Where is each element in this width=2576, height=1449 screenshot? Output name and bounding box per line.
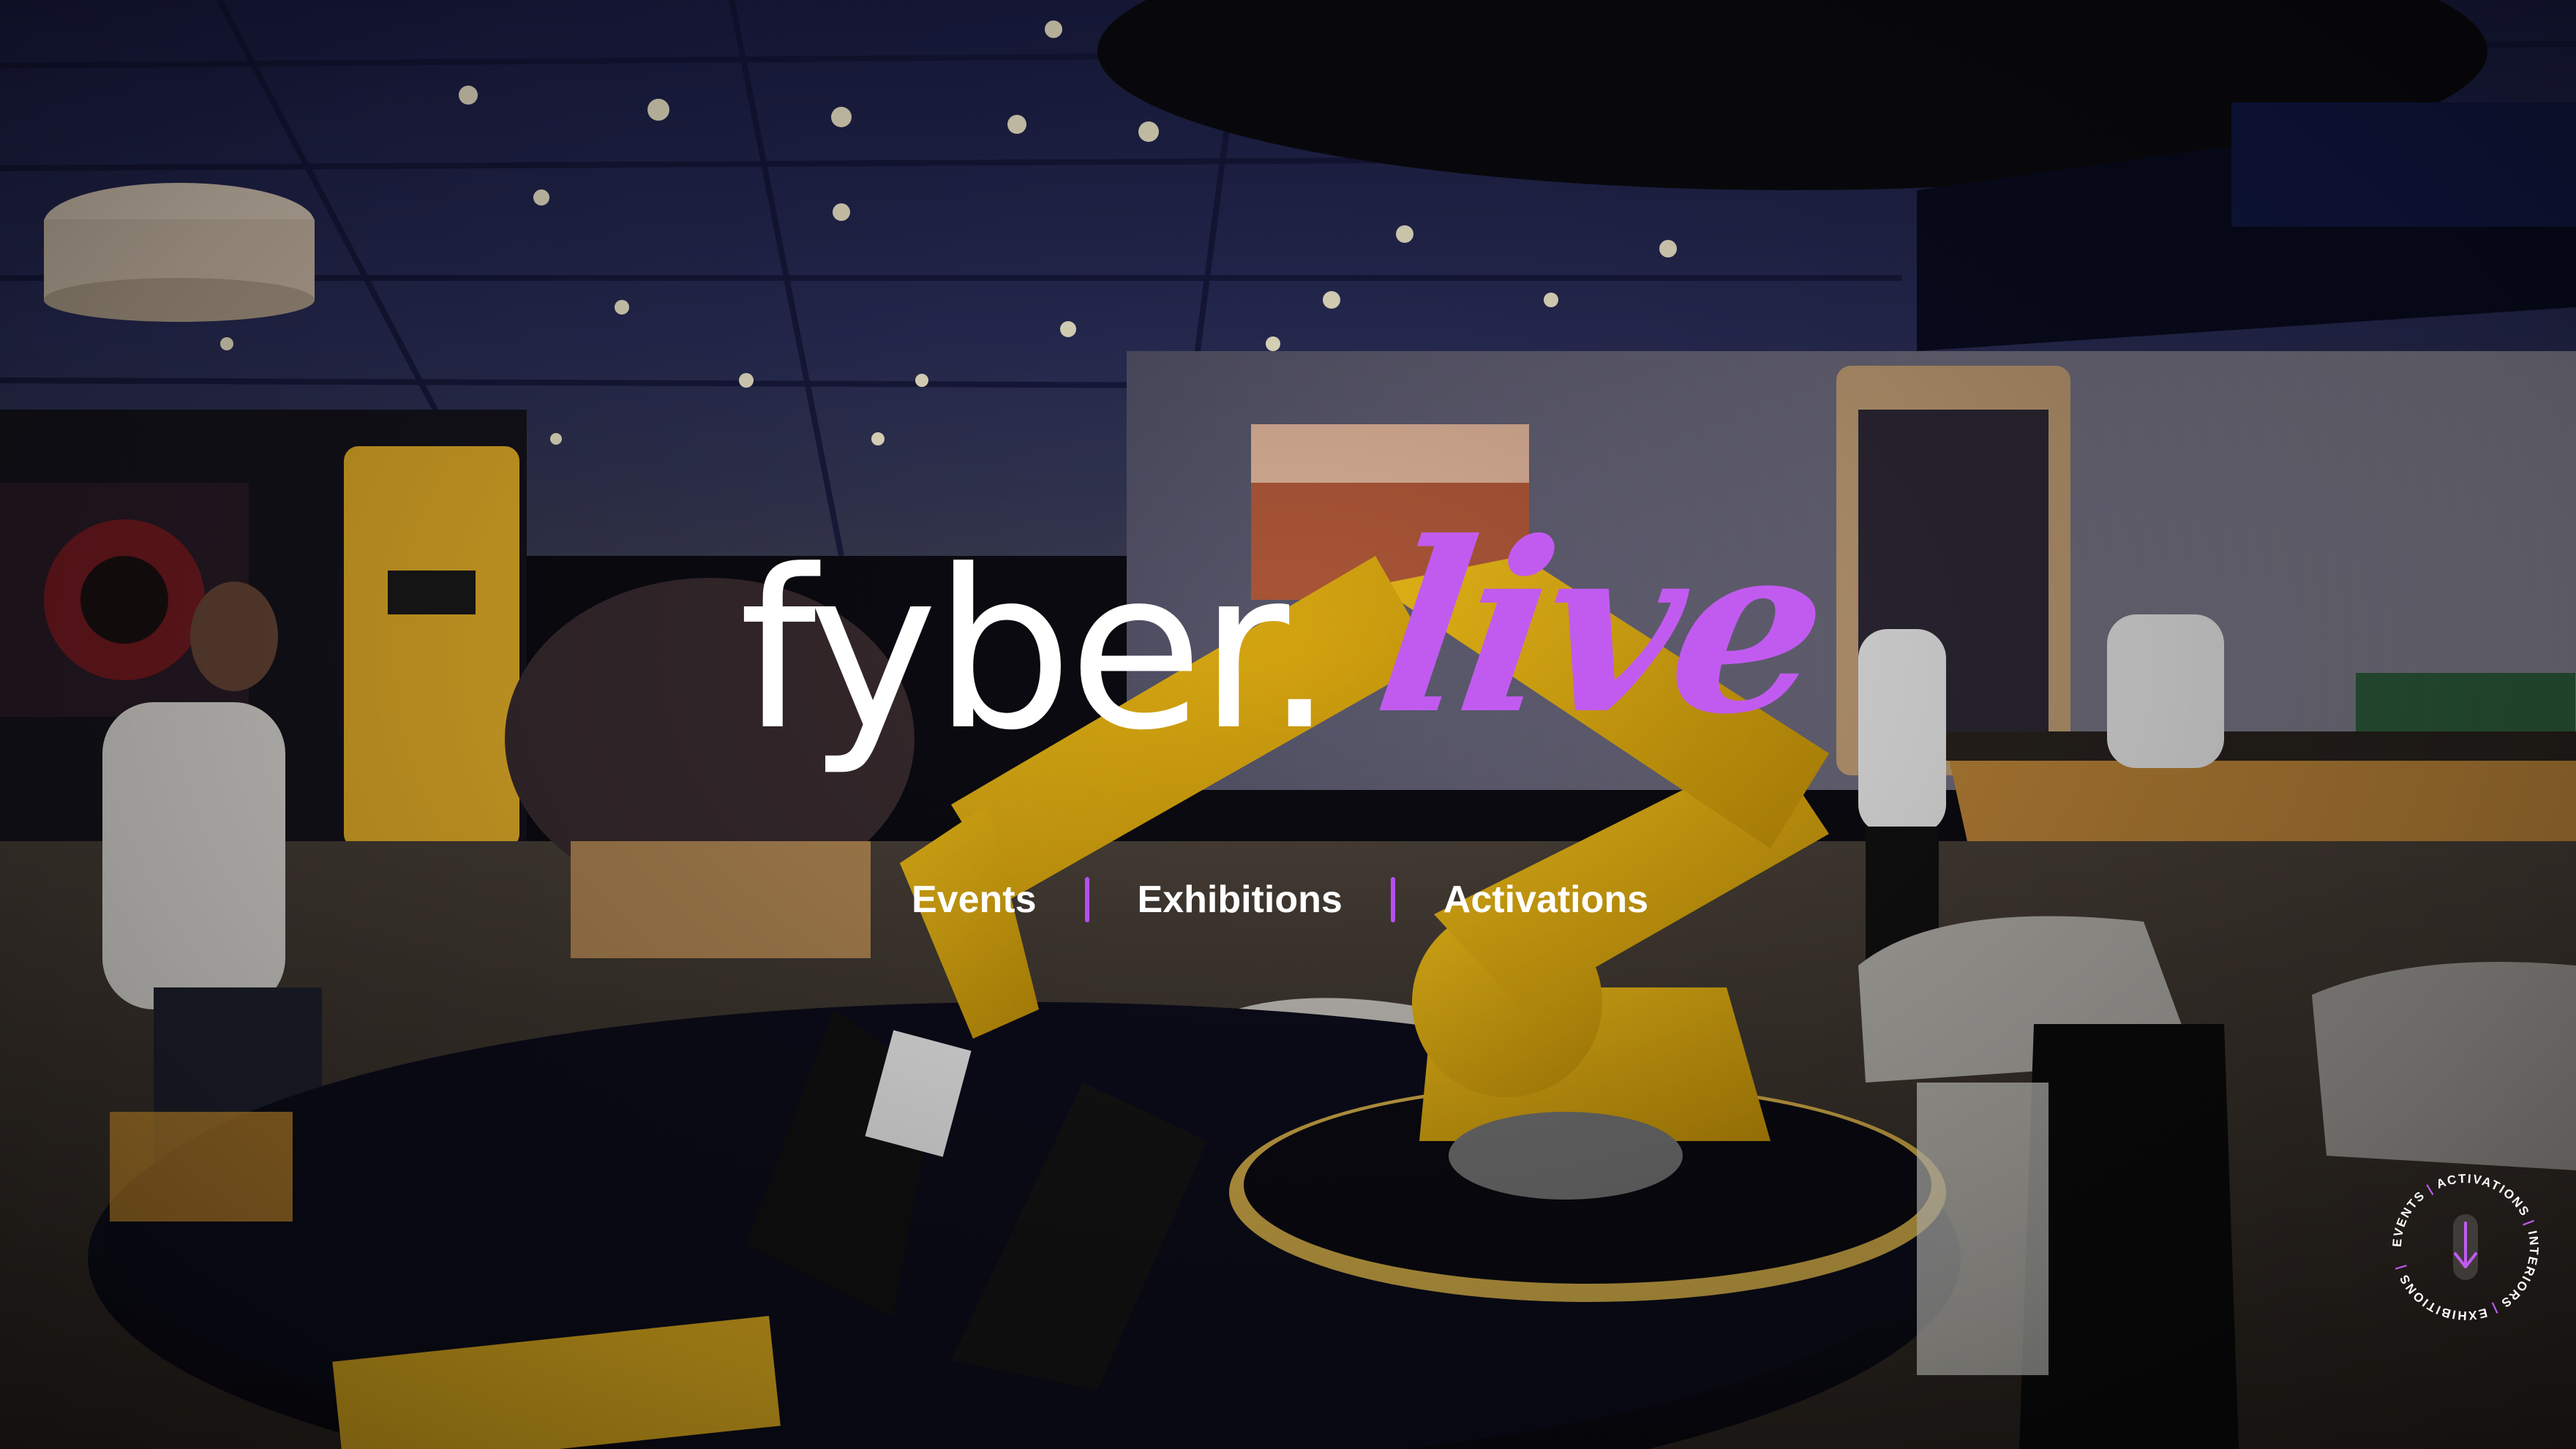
brand-logo[interactable]: fyber. live [739, 492, 1836, 805]
logo-script-live: live [1363, 492, 1836, 766]
nav-separator [1084, 877, 1089, 922]
scroll-down-badge[interactable]: EVENTS | ACTIVATIONS | INTERIORS | EXHIB… [2381, 1163, 2550, 1331]
nav-link-activations[interactable]: Activations [1439, 878, 1653, 922]
logo-wordmark: fyber. [739, 523, 1334, 778]
nav-link-events[interactable]: Events [907, 878, 1041, 922]
main-nav: Events Exhibitions Activations [907, 863, 1653, 936]
nav-separator [1390, 877, 1395, 922]
badge-word-activations: ACTIVATIONS [2435, 1172, 2533, 1219]
badge-word-exhibitions: EXHIBITIONS [2397, 1271, 2489, 1322]
badge-word-interiors: INTERIORS [2498, 1230, 2541, 1311]
nav-link-exhibitions[interactable]: Exhibitions [1133, 878, 1347, 922]
badge-word-events: EVENTS [2390, 1188, 2428, 1247]
hero-section: fyber. live Events Exhibitions Activatio… [0, 0, 2576, 1449]
